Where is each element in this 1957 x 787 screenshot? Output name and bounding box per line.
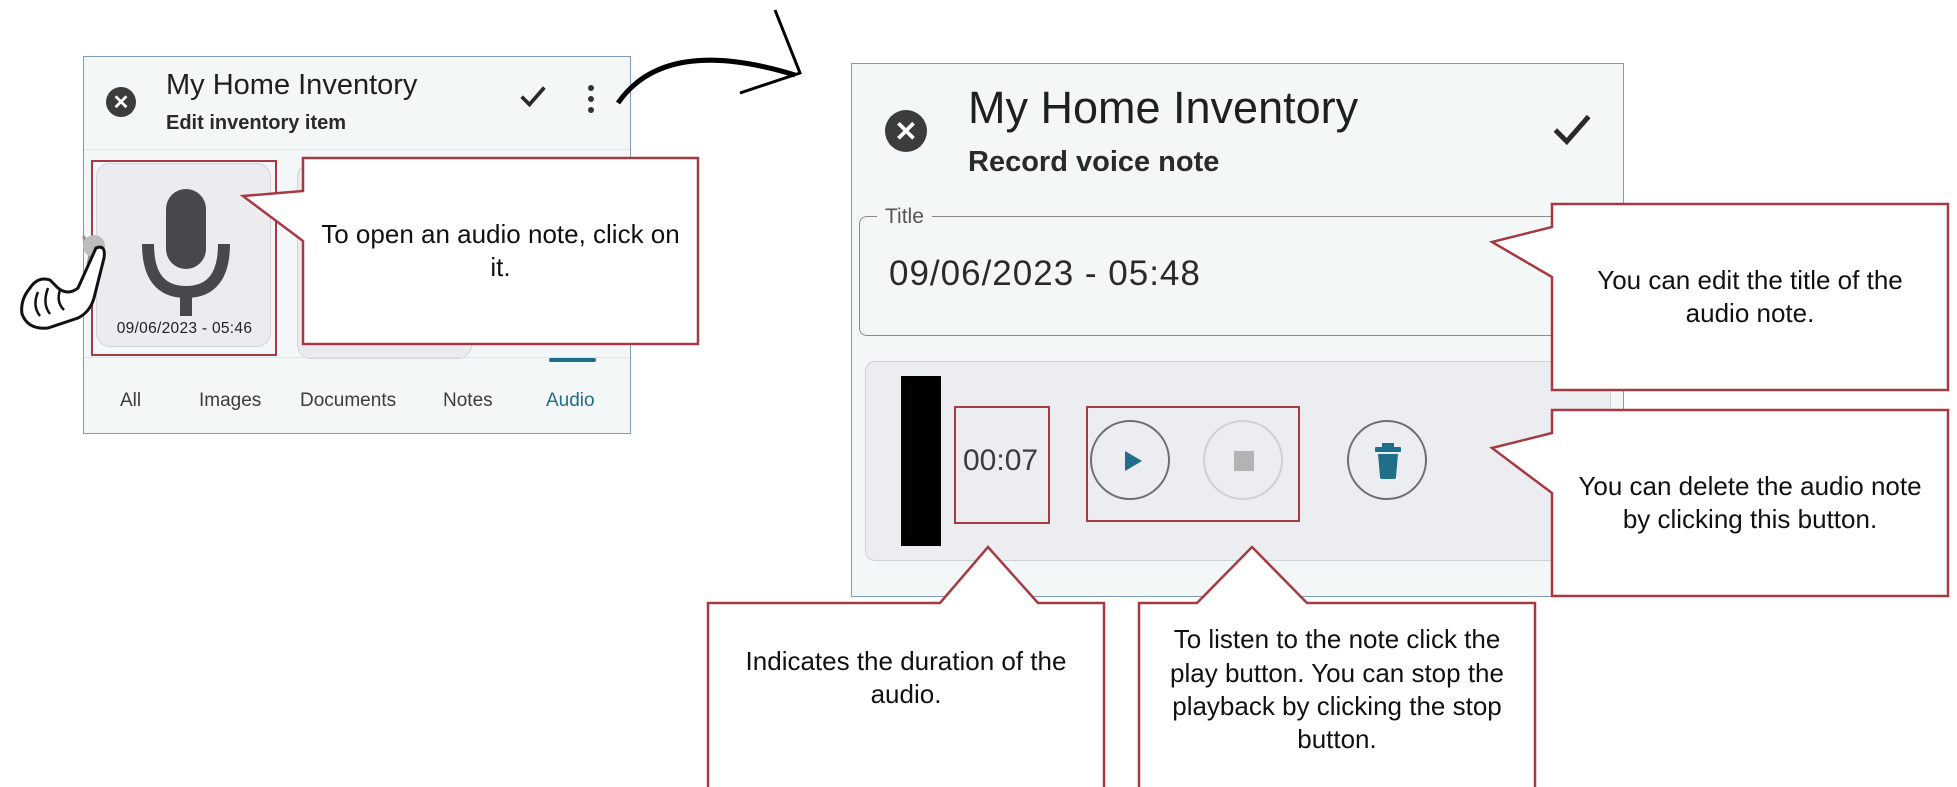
more-vertical-icon[interactable]: [587, 85, 595, 117]
screen-subtitle: Edit inventory item: [166, 112, 347, 134]
audio-waveform: [901, 376, 941, 546]
callout-edit-title-text: You can edit the title of the audio note…: [1597, 264, 1903, 328]
callout-playback: To listen to the note click the play but…: [1137, 545, 1537, 787]
screen-subtitle: Record voice note: [968, 146, 1220, 178]
tab-audio[interactable]: Audio: [546, 390, 595, 412]
callout-open-audio: To open an audio note, click on it.: [239, 156, 700, 346]
close-icon[interactable]: ✕: [106, 87, 136, 117]
title-field-value[interactable]: 09/06/2023 - 05:48: [889, 254, 1201, 294]
category-tab-bar: All Images Documents Notes Audio: [84, 357, 629, 434]
title-field-label: Title: [877, 205, 932, 229]
callout-delete-note: You can delete the audio note by clickin…: [1489, 408, 1950, 598]
callout-duration-text: Indicates the duration of the audio.: [745, 645, 1067, 709]
close-icon[interactable]: ✕: [885, 110, 927, 152]
callout-delete-note-text: You can delete the audio note by clickin…: [1578, 470, 1922, 534]
duration-highlight: [954, 406, 1050, 524]
app-title: My Home Inventory: [968, 82, 1359, 133]
tab-notes[interactable]: Notes: [443, 390, 493, 412]
callout-open-audio-text: To open an audio note, click on it.: [321, 218, 680, 282]
check-icon[interactable]: [516, 79, 550, 113]
tab-documents[interactable]: Documents: [300, 390, 396, 412]
delete-button[interactable]: [1347, 420, 1427, 500]
active-tab-indicator: [549, 358, 596, 362]
tab-images[interactable]: Images: [199, 390, 261, 412]
playback-controls-highlight: [1086, 406, 1300, 522]
callout-edit-title: You can edit the title of the audio note…: [1488, 202, 1950, 392]
check-icon[interactable]: [1547, 104, 1597, 154]
trash-icon: [1375, 443, 1401, 479]
callout-duration: Indicates the duration of the audio.: [706, 545, 1106, 787]
callout-playback-text: To listen to the note click the play but…: [1170, 624, 1504, 755]
tab-all[interactable]: All: [120, 390, 141, 412]
curved-arrow-icon: [615, 9, 802, 105]
hand-pointer-icon: [20, 235, 106, 330]
app-title: My Home Inventory: [166, 69, 418, 101]
